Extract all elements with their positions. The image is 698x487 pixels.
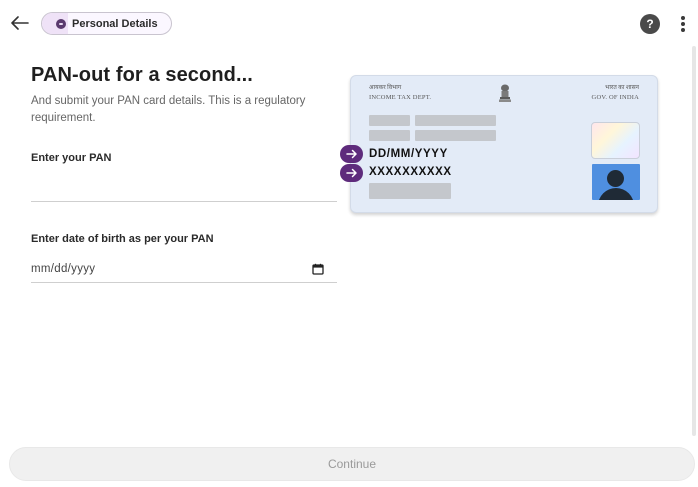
continue-button[interactable]: Continue: [9, 447, 695, 481]
card-name-placeholder-1: [369, 115, 410, 126]
national-emblem-icon: [499, 84, 511, 102]
arrow-right-icon: [345, 149, 357, 159]
card-header-right-hindi: भारत का शासन: [605, 85, 639, 91]
dob-input-value: mm/dd/yyyy: [31, 263, 96, 275]
arrow-right-icon: [345, 168, 357, 178]
more-options-button[interactable]: [676, 14, 690, 34]
card-name-placeholder-4: [415, 130, 496, 141]
card-name-placeholder-3: [369, 130, 410, 141]
calendar-icon: [312, 263, 324, 275]
calendar-button[interactable]: [311, 262, 325, 276]
card-header-left-hindi: आयकर विभाग: [369, 85, 402, 91]
dob-pointer-badge: [340, 145, 363, 163]
dob-field-label: Enter date of birth as per your PAN: [31, 233, 214, 245]
help-button[interactable]: ?: [640, 14, 660, 34]
pan-input[interactable]: [31, 172, 337, 202]
pan-card-illustration: आयकर विभाग INCOME TAX DEPT. भारत का शासन…: [350, 75, 658, 213]
card-signature-placeholder: [369, 183, 451, 199]
card-pan-sample: XXXXXXXXXX: [369, 166, 452, 178]
top-bar: Personal Details ?: [0, 0, 698, 46]
person-circle-icon: [56, 18, 66, 29]
step-chip: Personal Details: [41, 12, 172, 35]
scrollbar[interactable]: [692, 46, 696, 436]
question-circle-icon: ?: [646, 17, 654, 31]
dob-input[interactable]: mm/dd/yyyy: [31, 256, 337, 283]
person-silhouette-icon: [592, 164, 640, 200]
card-dob-sample: DD/MM/YYYY: [369, 148, 448, 160]
card-header-left-english: INCOME TAX DEPT.: [369, 94, 432, 101]
more-vertical-icon: [681, 16, 685, 20]
card-header-right-english: GOV. OF INDIA: [591, 94, 639, 101]
page-title: PAN-out for a second...: [31, 64, 253, 86]
step-chip-label: Personal Details: [72, 17, 158, 30]
pan-field-label: Enter your PAN: [31, 152, 112, 164]
pan-pointer-badge: [340, 164, 363, 182]
page-subtitle: And submit your PAN card details. This i…: [31, 95, 306, 124]
arrow-left-icon: [11, 16, 29, 30]
card-name-placeholder-2: [415, 115, 496, 126]
back-button[interactable]: [8, 12, 32, 34]
card-hologram: [591, 122, 640, 159]
